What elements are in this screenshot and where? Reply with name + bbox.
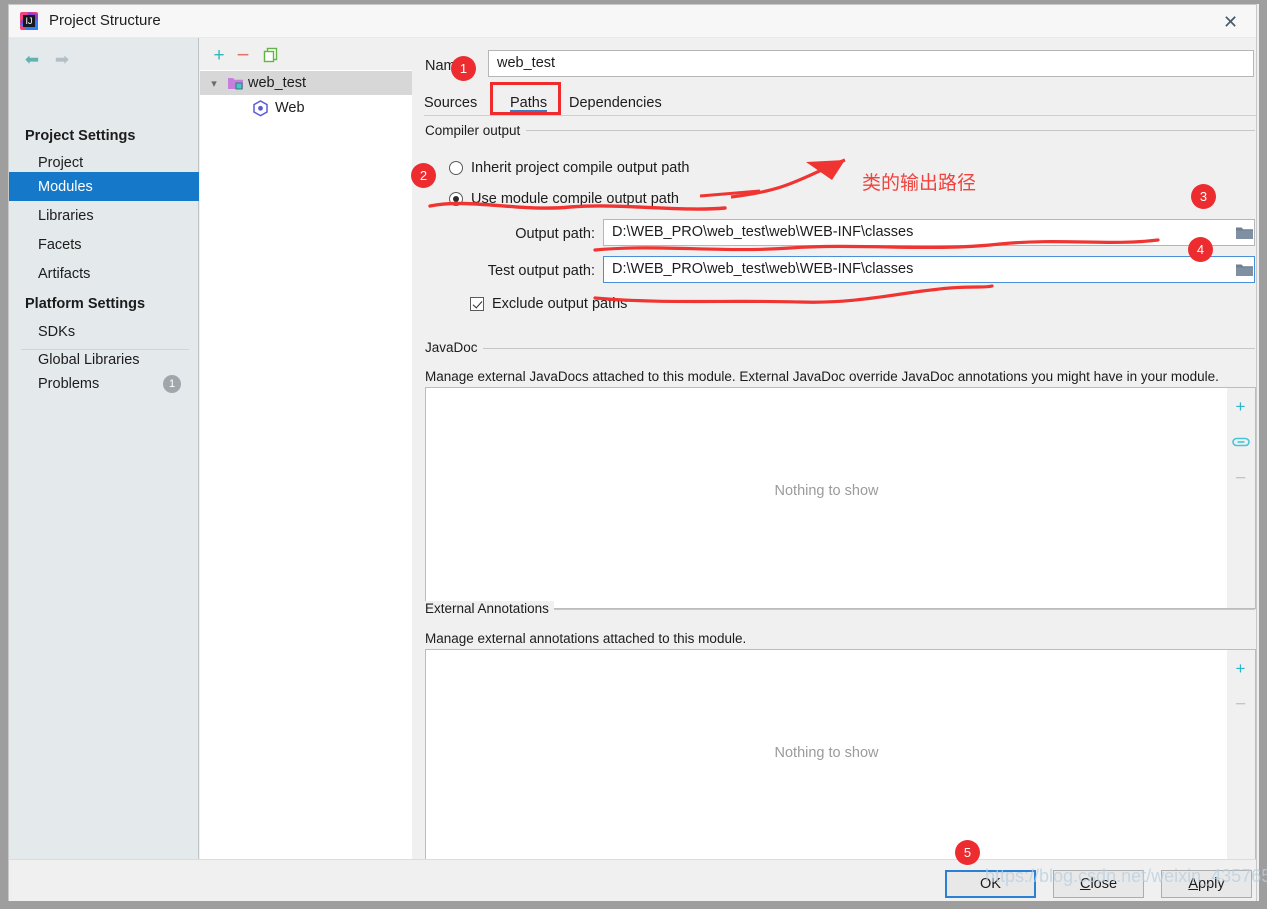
compiler-output-group-line (526, 130, 1255, 131)
module-paths-panel: Name: web_test Sources Paths Dependencie… (413, 38, 1257, 871)
problems-count-badge: 1 (163, 375, 181, 393)
javadoc-description: Manage external JavaDocs attached to thi… (425, 369, 1219, 384)
dialog-title: Project Structure (49, 12, 161, 29)
intellij-idea-icon: IJ (19, 11, 39, 31)
web-facet-icon (252, 100, 269, 117)
test-output-path-folder-icon[interactable] (1231, 259, 1257, 280)
svg-text:IJ: IJ (25, 16, 32, 26)
desktop-background-bottom (0, 901, 1267, 909)
arrow-left-icon[interactable]: ⬅ (19, 50, 45, 68)
sidebar-item-label: Facets (38, 236, 82, 253)
remove-annotation-button: − (1234, 693, 1247, 715)
javadoc-group-label: JavaDoc (425, 340, 483, 355)
javadoc-empty-text: Nothing to show (774, 483, 879, 499)
tree-node-web_test[interactable]: ▾ web_test (200, 71, 412, 95)
tabs-underline (424, 115, 1256, 116)
sidebar-item-artifacts[interactable]: Artifacts (9, 259, 199, 288)
checkbox-icon-checked (470, 297, 484, 311)
add-javadoc-button[interactable]: + (1227, 393, 1254, 419)
compiler-output-group-label: Compiler output (425, 123, 526, 138)
radio-label: Use module compile output path (471, 191, 679, 207)
sidebar-group-label: Platform Settings (25, 295, 146, 312)
link-icon[interactable] (1227, 429, 1254, 455)
output-path-input[interactable]: D:\WEB_PRO\web_test\web\WEB-INF\classes (603, 219, 1255, 246)
radio-inherit-project-output[interactable]: Inherit project compile output path (449, 160, 689, 176)
external-annotations-description: Manage external annotations attached to … (425, 631, 747, 646)
sidebar-item-label: SDKs (38, 323, 76, 340)
sidebar-item-label: Problems (38, 375, 100, 392)
minus-icon[interactable]: − (232, 44, 254, 66)
sidebar-group-project-settings: Project Settings (9, 121, 199, 150)
module-tree-toolbar: + − (200, 38, 412, 70)
paths-tab-highlight-rect (490, 82, 561, 115)
sidebar-item-modules[interactable]: Modules (9, 172, 199, 201)
copy-icon[interactable] (260, 44, 282, 66)
module-name-input[interactable]: web_test (488, 50, 1254, 77)
module-folder-icon (227, 75, 244, 91)
close-icon[interactable]: ✕ (1205, 5, 1256, 38)
dialog-titlebar: IJ Project Structure ✕ (9, 5, 1256, 38)
javadoc-list[interactable]: Nothing to show (425, 387, 1228, 609)
settings-sidebar: ⬅ ➡ Project Settings Project Modules Lib… (9, 38, 199, 859)
sidebar-group-label: Project Settings (25, 127, 136, 144)
sidebar-nav-arrows: ⬅ ➡ (9, 38, 199, 78)
radio-use-module-output[interactable]: Use module compile output path (449, 191, 679, 207)
tree-node-web[interactable]: Web (200, 96, 412, 120)
annotation-marker-1: 1 (451, 56, 476, 81)
radio-label: Inherit project compile output path (471, 160, 690, 176)
output-path-folder-icon[interactable] (1231, 222, 1257, 243)
watermark-text: https://blog.csdn.net/weixin_43576565 (985, 866, 1267, 886)
sidebar-item-label: Global Libraries (38, 351, 140, 368)
external-annotations-group-line (553, 609, 1255, 610)
sidebar-item-label: Modules (38, 178, 93, 195)
annotation-marker-3: 3 (1191, 184, 1216, 209)
annotation-marker-5: 5 (955, 840, 980, 865)
sidebar-item-facets[interactable]: Facets (9, 230, 199, 259)
sidebar-item-label: Libraries (38, 207, 94, 224)
add-annotation-button[interactable]: + (1227, 655, 1254, 681)
desktop-background-left (0, 0, 8, 909)
tab-dependencies[interactable]: Dependencies (569, 90, 662, 116)
test-output-path-input[interactable]: D:\WEB_PRO\web_test\web\WEB-INF\classes (603, 256, 1255, 283)
annotation-marker-2: 2 (411, 163, 436, 188)
javadoc-group-line (483, 348, 1255, 349)
tree-node-label: web_test (248, 75, 307, 91)
output-path-label: Output path: (515, 226, 595, 242)
module-tree-panel: + − ▾ web_test Web (200, 38, 412, 859)
arrow-right-icon[interactable]: ➡ (49, 50, 75, 68)
exclude-output-paths-checkbox[interactable]: Exclude output paths (470, 296, 627, 312)
plus-icon[interactable]: + (208, 44, 230, 66)
sidebar-item-sdks[interactable]: SDKs (9, 317, 199, 346)
chevron-down-icon[interactable]: ▾ (206, 75, 222, 91)
annotation-marker-4: 4 (1188, 237, 1213, 262)
sidebar-group-platform-settings: Platform Settings (9, 289, 199, 318)
external-annotations-empty-text: Nothing to show (774, 745, 879, 761)
checkbox-label: Exclude output paths (492, 296, 628, 312)
sidebar-item-problems[interactable]: Problems 1 (9, 369, 199, 398)
external-annotations-list[interactable]: Nothing to show (425, 649, 1228, 871)
remove-javadoc-button: − (1234, 467, 1247, 489)
sidebar-item-libraries[interactable]: Libraries (9, 201, 199, 230)
tree-node-label: Web (275, 100, 305, 116)
screen-root: IJ Project Structure ✕ ⬅ ➡ Project Setti… (0, 0, 1267, 909)
sidebar-item-label: Project (38, 154, 84, 171)
sidebar-divider (21, 349, 189, 350)
external-annotations-side-buttons: + − (1227, 649, 1256, 871)
test-output-path-label: Test output path: (487, 263, 595, 279)
radio-icon-unselected (449, 161, 463, 175)
external-annotations-group-label: External Annotations (425, 601, 554, 616)
project-structure-dialog: IJ Project Structure ✕ ⬅ ➡ Project Setti… (8, 4, 1257, 901)
desktop-background-right (1259, 0, 1267, 909)
javadoc-side-buttons: + − (1227, 387, 1256, 609)
chinese-annotation-text: 类的输出路径 (862, 172, 977, 194)
sidebar-item-label: Artifacts (38, 265, 91, 282)
tab-sources[interactable]: Sources (424, 90, 477, 116)
radio-icon-selected (449, 192, 463, 206)
